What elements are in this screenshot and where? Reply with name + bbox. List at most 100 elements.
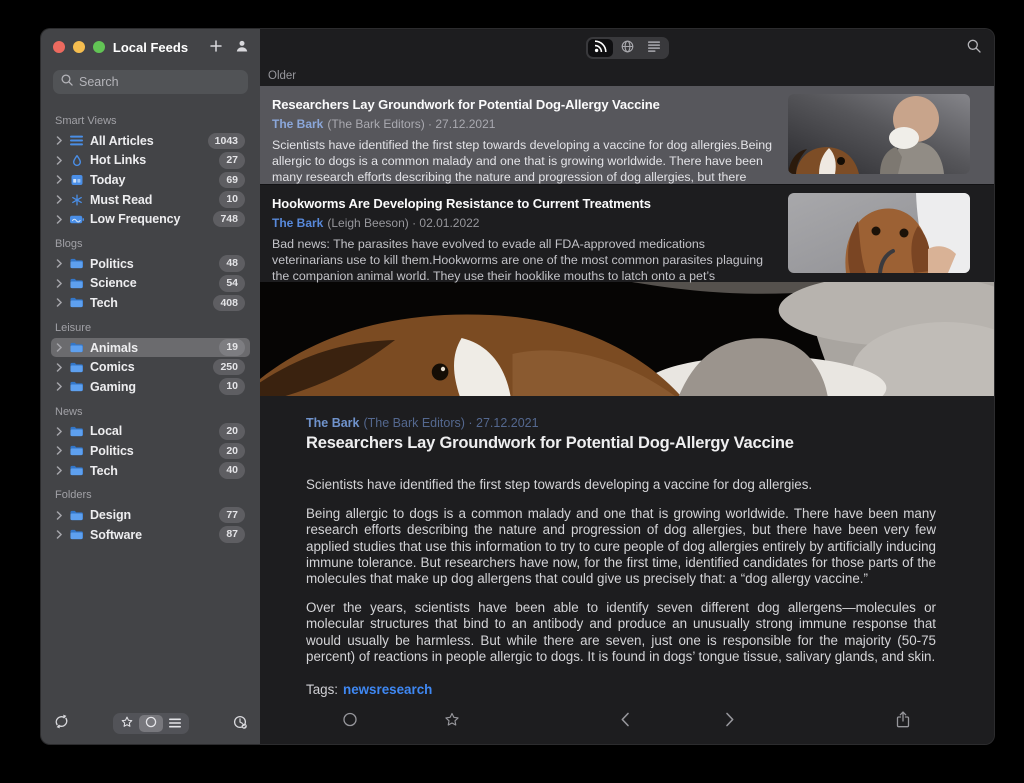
sidebar-item-leisure-comics[interactable]: Comics 250 xyxy=(51,357,250,377)
chevron-right-icon[interactable] xyxy=(56,446,63,455)
feed-name-link[interactable]: The Bark xyxy=(272,216,323,230)
unread-count-badge: 20 xyxy=(219,443,245,460)
rss-view-button[interactable] xyxy=(588,39,613,57)
article-list-item[interactable]: Hookworms Are Developing Resistance to C… xyxy=(260,184,994,282)
article-title: Hookworms Are Developing Resistance to C… xyxy=(272,196,774,211)
sidebar-item-label: All Articles xyxy=(90,134,154,148)
reader-paragraph: Scientists have identified the first ste… xyxy=(306,477,936,493)
text-view-button[interactable] xyxy=(642,39,667,57)
sidebar-item-leisure-gaming[interactable]: Gaming 10 xyxy=(51,377,250,397)
share-icon xyxy=(896,711,910,731)
chevron-right-icon[interactable] xyxy=(56,427,63,436)
sidebar-item-news-tech[interactable]: Tech 40 xyxy=(51,461,250,481)
reader-meta: The Bark(The Bark Editors) · 27.12.2021 xyxy=(306,416,936,430)
folder-icon xyxy=(69,445,84,456)
sidebar-item-low-frequency[interactable]: Low Frequency 748 xyxy=(51,209,250,229)
web-view-button[interactable] xyxy=(615,39,640,57)
folder-icon xyxy=(69,258,84,269)
unread-count-badge: 408 xyxy=(213,295,245,312)
sidebar-item-all-articles[interactable]: All Articles 1043 xyxy=(51,131,250,151)
tag-link[interactable]: newsresearch xyxy=(343,682,432,697)
article-summary: Bad news: The parasites have evolved to … xyxy=(272,236,774,284)
chevron-right-icon[interactable] xyxy=(56,343,63,352)
sidebar-item-label: Tech xyxy=(90,464,118,478)
sidebar-titlebar: Local Feeds xyxy=(41,29,260,65)
chevron-right-icon[interactable] xyxy=(56,136,63,145)
article-author-date: (Leigh Beeson) · 02.01.2022 xyxy=(327,216,479,230)
sidebar-item-must-read[interactable]: Must Read 10 xyxy=(51,190,250,210)
chevron-right-icon[interactable] xyxy=(56,195,63,204)
chevron-right-icon[interactable] xyxy=(56,156,63,165)
folder-icon xyxy=(69,278,84,289)
chevron-right-icon[interactable] xyxy=(56,530,63,539)
chevron-right-icon[interactable] xyxy=(56,298,63,307)
list-icon xyxy=(169,716,181,731)
chevron-right-icon[interactable] xyxy=(56,279,63,288)
read-later-button[interactable] xyxy=(233,715,247,732)
chevron-right-icon[interactable] xyxy=(56,466,63,475)
sidebar-item-folders-software[interactable]: Software 87 xyxy=(51,525,250,545)
chevron-right-icon[interactable] xyxy=(56,511,63,520)
flame-icon xyxy=(69,154,84,167)
search-icon xyxy=(967,39,981,56)
unread-filter-button[interactable] xyxy=(139,715,163,732)
section-header: News xyxy=(55,406,246,418)
circle-icon xyxy=(145,716,157,731)
sidebar-item-label: Tech xyxy=(90,296,118,310)
list-group-header: Older xyxy=(260,66,994,86)
refresh-button[interactable] xyxy=(54,714,69,732)
sidebar-item-label: Animals xyxy=(90,341,138,355)
close-window-button[interactable] xyxy=(53,41,65,53)
traffic-lights xyxy=(53,41,105,53)
sidebar-item-news-politics[interactable]: Politics 20 xyxy=(51,441,250,461)
search-articles-button[interactable] xyxy=(967,39,981,56)
sidebar-item-label: Politics xyxy=(90,257,134,271)
app-window: Local Feeds Smart Views All Articles 104… xyxy=(40,28,995,745)
reader-title: Researchers Lay Groundwork for Potential… xyxy=(306,434,936,453)
article-list-item[interactable]: Researchers Lay Groundwork for Potential… xyxy=(260,86,994,184)
main-pane: Older Researchers Lay Groundwork for Pot… xyxy=(260,29,994,744)
circle-icon xyxy=(343,712,358,730)
toggle-unread-button[interactable] xyxy=(343,712,358,730)
add-feed-button[interactable] xyxy=(210,40,222,55)
search-input[interactable] xyxy=(79,75,240,89)
sidebar-item-blogs-tech[interactable]: Tech 408 xyxy=(51,293,250,313)
chevron-right-icon[interactable] xyxy=(56,175,63,184)
feed-name-link[interactable]: The Bark xyxy=(306,416,360,430)
sidebar-item-label: Must Read xyxy=(90,193,152,207)
all-filter-button[interactable] xyxy=(163,715,187,732)
star-article-button[interactable] xyxy=(445,712,460,730)
chevron-right-icon[interactable] xyxy=(56,363,63,372)
reader-paragraph: Being allergic to dogs is a common malad… xyxy=(306,506,936,587)
unread-count-badge: 748 xyxy=(213,211,245,228)
sidebar-item-blogs-science[interactable]: Science 54 xyxy=(51,274,250,294)
sidebar-item-label: Science xyxy=(90,276,137,290)
person-icon xyxy=(236,40,248,55)
view-mode-segmented-control xyxy=(586,37,669,59)
unread-count-badge: 1043 xyxy=(208,133,245,150)
sidebar-item-label: Gaming xyxy=(90,380,136,394)
chevron-right-icon[interactable] xyxy=(56,259,63,268)
sidebar-item-folders-design[interactable]: Design 77 xyxy=(51,505,250,525)
share-button[interactable] xyxy=(896,711,910,731)
section-header: Folders xyxy=(55,489,246,501)
chevron-right-icon[interactable] xyxy=(56,382,63,391)
sidebar-item-hot-links[interactable]: Hot Links 27 xyxy=(51,151,250,171)
rss-icon xyxy=(594,40,607,56)
sidebar-item-today[interactable]: Today 69 xyxy=(51,170,250,190)
sidebar-item-leisure-animals[interactable]: Animals 19 xyxy=(51,338,250,358)
account-button[interactable] xyxy=(236,40,248,55)
sidebar-item-blogs-politics[interactable]: Politics 48 xyxy=(51,254,250,274)
chevron-right-icon[interactable] xyxy=(56,215,63,224)
starred-filter-button[interactable] xyxy=(115,715,139,732)
folder-icon xyxy=(69,381,84,392)
previous-article-button[interactable] xyxy=(621,712,630,730)
minimize-window-button[interactable] xyxy=(73,41,85,53)
feed-name-link[interactable]: The Bark xyxy=(272,117,323,131)
zoom-window-button[interactable] xyxy=(93,41,105,53)
sidebar-item-news-local[interactable]: Local 20 xyxy=(51,422,250,442)
next-article-button[interactable] xyxy=(726,712,735,730)
sidebar-item-label: Software xyxy=(90,528,142,542)
unread-count-badge: 19 xyxy=(219,339,245,356)
sidebar-filter-segmented-control xyxy=(113,713,189,734)
